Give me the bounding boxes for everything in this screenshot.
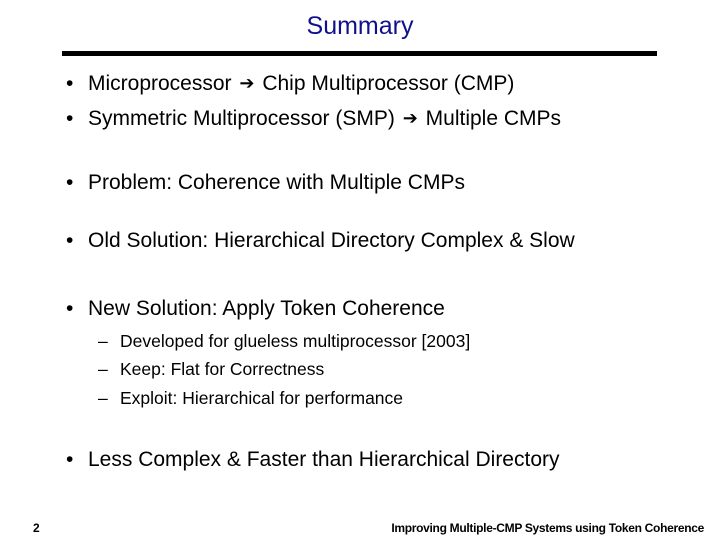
bullet-icon: • <box>66 107 74 130</box>
bullet-icon: • <box>66 229 74 252</box>
sub-bullet-item: – Keep: Flat for Correctness <box>98 359 325 379</box>
bullet-icon: • <box>66 171 74 194</box>
bullet-item: • Symmetric Multiprocessor (SMP) ➔ Multip… <box>66 107 562 130</box>
page-number: 2 <box>33 521 40 535</box>
dash-icon: – <box>98 388 108 408</box>
sub-bullet-item: – Developed for glueless multiprocessor [… <box>98 331 471 351</box>
title-divider <box>62 51 657 56</box>
slide-title: Summary <box>306 12 414 40</box>
dash-icon: – <box>98 359 108 379</box>
bullet-item: • Old Solution: Hierarchical Directory Co… <box>66 229 575 252</box>
bullet-item: • Less Complex & Faster than Hierarchical… <box>66 448 560 471</box>
dash-icon: – <box>98 331 108 351</box>
slide-footer: Improving Multiple-CMP Systems using Tok… <box>391 521 704 535</box>
bullet-item: • Problem: Coherence with Multiple CMPs <box>66 171 465 194</box>
bullet-icon: • <box>66 297 74 320</box>
arrow-right-icon: ➔ <box>402 108 418 128</box>
bullet-item: • Microprocessor ➔ Chip Multiprocessor (C… <box>66 72 515 95</box>
bullet-item: • New Solution: Apply Token Coherence <box>66 297 445 320</box>
bullet-icon: • <box>66 72 74 95</box>
bullet-icon: • <box>66 448 74 471</box>
sub-bullet-item: – Exploit: Hierarchical for performance <box>98 388 404 408</box>
arrow-right-icon: ➔ <box>239 73 255 93</box>
